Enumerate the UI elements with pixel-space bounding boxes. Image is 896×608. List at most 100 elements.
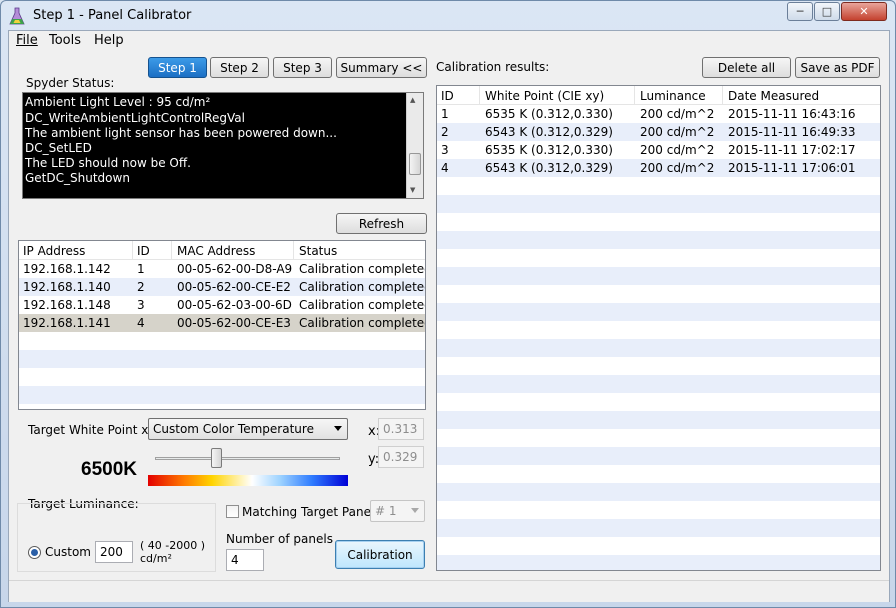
scroll-thumb[interactable]	[409, 153, 421, 175]
column-date-measured[interactable]: Date Measured	[728, 89, 819, 103]
number-of-panels-input[interactable]: 4	[226, 549, 264, 571]
cell-id: 2	[441, 125, 449, 139]
table-row[interactable]: 192.168.1.140 2 00-05-62-00-CE-E2 Calibr…	[19, 278, 425, 296]
slider-track	[155, 457, 340, 460]
delete-all-button[interactable]: Delete all	[702, 57, 791, 78]
console-line: DC_SetLED	[25, 141, 92, 155]
cell-status: Calibration completed	[299, 298, 426, 312]
main-window: Step 1 - Panel Calibrator ─ □ ✕ File Too…	[0, 0, 896, 608]
chevron-down-icon	[411, 508, 419, 513]
column-separator	[634, 86, 635, 105]
table-row[interactable]: 2 6543 K (0.312,0.329) 200 cd/m^2 2015-11-1…	[437, 123, 880, 141]
minimize-button[interactable]: ─	[787, 2, 813, 21]
device-list[interactable]: IP Address ID MAC Address Status 192.168…	[18, 240, 426, 410]
empty-row	[437, 357, 880, 375]
empty-row	[437, 393, 880, 411]
cell-ip: 192.168.1.140	[23, 280, 111, 294]
cell-id: 3	[441, 143, 449, 157]
spyder-status-label: Spyder Status:	[26, 76, 115, 90]
empty-row	[437, 303, 880, 321]
step3-button[interactable]: Step 3	[273, 57, 332, 78]
color-temperature-gradient	[148, 475, 348, 486]
column-separator	[479, 86, 480, 105]
table-row[interactable]: 4 6543 K (0.312,0.329) 200 cd/m^2 2015-11-1…	[437, 159, 880, 177]
close-icon: ✕	[859, 5, 869, 18]
table-row[interactable]: 3 6535 K (0.312,0.330) 200 cd/m^2 2015-11-1…	[437, 141, 880, 159]
maximize-button[interactable]: □	[814, 2, 840, 21]
matching-target-label: Matching Target Panel	[242, 505, 375, 519]
scroll-up-icon[interactable]: ▲	[410, 96, 415, 104]
console-line: The LED should now be Off.	[25, 156, 191, 170]
white-point-dropdown[interactable]: Custom Color Temperature	[148, 418, 348, 440]
luminance-input[interactable]: 200	[95, 541, 133, 563]
cell-status: Calibration completed	[299, 316, 426, 330]
console-line: DC_WriteAmbientLightControlRegVal	[25, 111, 245, 125]
calibration-results-label: Calibration results:	[436, 60, 550, 74]
empty-row	[437, 195, 880, 213]
y-value-field[interactable]: 0.329	[378, 446, 424, 468]
empty-row	[437, 267, 880, 285]
column-mac-address[interactable]: MAC Address	[177, 244, 255, 258]
cell-date: 2015-11-11 17:06:01	[728, 161, 856, 175]
empty-row	[437, 231, 880, 249]
cell-id: 2	[137, 280, 145, 294]
x-value-field[interactable]: 0.313	[378, 418, 424, 440]
menu-tools[interactable]: Tools	[49, 33, 81, 48]
step2-button[interactable]: Step 2	[210, 57, 269, 78]
column-separator	[293, 241, 294, 260]
cell-id: 4	[137, 316, 145, 330]
column-status[interactable]: Status	[299, 244, 337, 258]
results-list-header: ID White Point (CIE xy) Luminance Date M…	[437, 86, 880, 105]
cell-luminance: 200 cd/m^2	[640, 107, 715, 121]
cell-mac: 00-05-62-03-00-6D	[177, 298, 292, 312]
empty-row	[437, 285, 880, 303]
menu-file[interactable]: File	[16, 33, 38, 48]
number-of-panels-label: Number of panels	[226, 532, 333, 546]
table-row[interactable]: 192.168.1.142 1 00-05-62-00-D8-A9 Calibr…	[19, 260, 425, 278]
cell-white-point: 6535 K (0.312,0.330)	[485, 107, 613, 121]
cell-white-point: 6543 K (0.312,0.329)	[485, 125, 613, 139]
title-bar[interactable]: Step 1 - Panel Calibrator ─ □ ✕	[1, 1, 895, 31]
refresh-button[interactable]: Refresh	[336, 213, 427, 234]
column-luminance[interactable]: Luminance	[640, 89, 706, 103]
column-separator	[171, 241, 172, 260]
console-scrollbar[interactable]: ▲ ▼	[406, 93, 423, 198]
table-row-selected[interactable]: 192.168.1.141 4 00-05-62-00-CE-E3 Calibr…	[19, 314, 425, 332]
cell-status: Calibration completed	[299, 280, 426, 294]
results-list[interactable]: ID White Point (CIE xy) Luminance Date M…	[436, 85, 881, 571]
column-id[interactable]: ID	[441, 89, 454, 103]
empty-row	[19, 332, 425, 350]
status-bar	[9, 580, 889, 602]
column-white-point[interactable]: White Point (CIE xy)	[485, 89, 604, 103]
table-row[interactable]: 192.168.1.148 3 00-05-62-03-00-6D Calibr…	[19, 296, 425, 314]
menu-help[interactable]: Help	[94, 33, 124, 48]
summary-button[interactable]: Summary <<	[336, 57, 427, 78]
custom-luminance-radio[interactable]	[28, 546, 41, 559]
temperature-slider[interactable]	[155, 448, 340, 470]
table-row[interactable]: 1 6535 K (0.312,0.330) 200 cd/m^2 2015-11-1…	[437, 105, 880, 123]
console-line: The ambient light sensor has been powere…	[25, 126, 337, 140]
empty-row	[437, 321, 880, 339]
spyder-status-console[interactable]: Ambient Light Level : 95 cd/m² DC_WriteA…	[22, 92, 424, 199]
empty-row	[19, 350, 425, 368]
save-as-pdf-button[interactable]: Save as PDF	[795, 57, 880, 78]
cell-white-point: 6535 K (0.312,0.330)	[485, 143, 613, 157]
empty-row	[437, 429, 880, 447]
empty-row	[437, 501, 880, 519]
menu-bar: File Tools Help	[9, 31, 889, 50]
cell-ip: 192.168.1.148	[23, 298, 111, 312]
column-ip-address[interactable]: IP Address	[23, 244, 85, 258]
calibration-button[interactable]: Calibration	[335, 540, 425, 569]
matching-panel-dropdown[interactable]: # 1	[370, 500, 425, 522]
cell-mac: 00-05-62-00-CE-E2	[177, 280, 291, 294]
matching-target-checkbox[interactable]	[226, 505, 239, 518]
empty-row	[437, 411, 880, 429]
cell-luminance: 200 cd/m^2	[640, 143, 715, 157]
close-button[interactable]: ✕	[841, 2, 887, 21]
scroll-down-icon[interactable]: ▼	[410, 186, 415, 194]
column-id[interactable]: ID	[137, 244, 150, 258]
empty-row	[437, 519, 880, 537]
slider-thumb[interactable]	[211, 448, 222, 468]
console-line: GetDC_Shutdown	[25, 171, 130, 185]
step1-button[interactable]: Step 1	[148, 57, 207, 78]
